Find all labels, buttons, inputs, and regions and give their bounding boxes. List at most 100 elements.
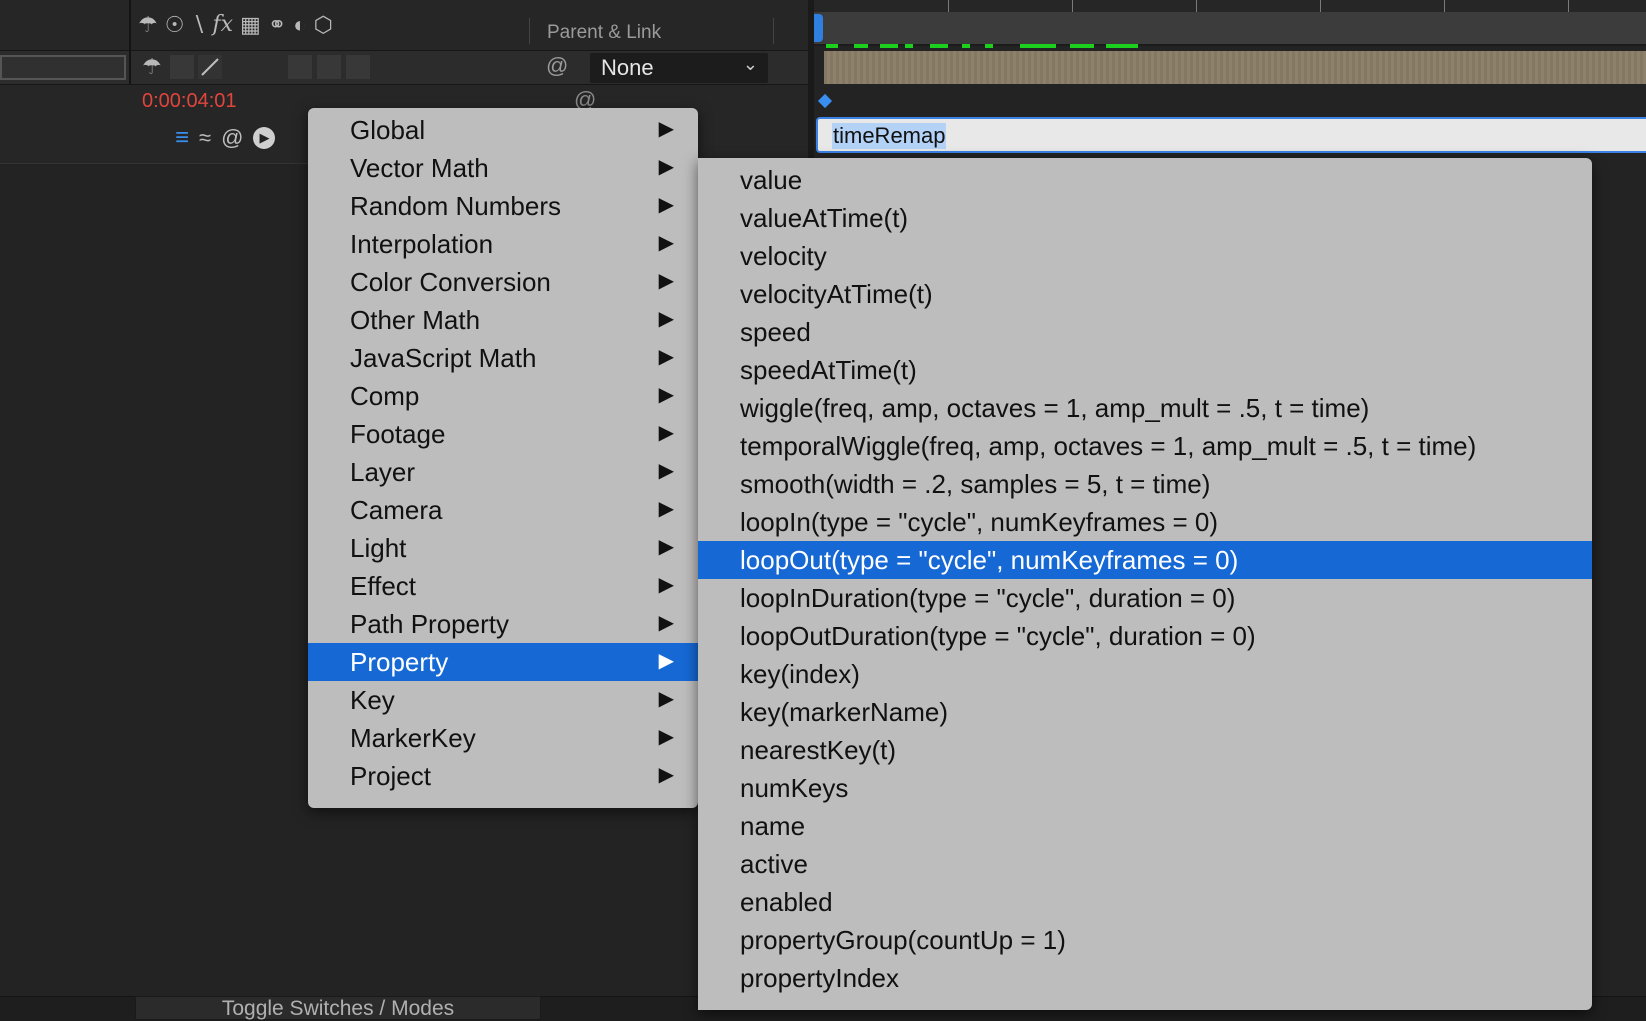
pickwhip-icon[interactable]: @ [546, 55, 568, 77]
3d-switch[interactable] [346, 55, 370, 79]
shy-switch-icon[interactable]: ☂ [142, 56, 162, 78]
submenu-arrow-icon: ▶ [658, 498, 674, 520]
toggle-switches-modes-button[interactable]: Toggle Switches / Modes [135, 996, 541, 1020]
playhead-handle[interactable] [814, 14, 823, 42]
layer-duration-bar[interactable] [824, 51, 1646, 84]
submenu-item[interactable]: value [698, 161, 1592, 199]
quality-icon[interactable]: ∖ [191, 14, 205, 36]
submenu-arrow-icon: ▶ [658, 726, 674, 748]
submenu-item[interactable]: enabled [698, 883, 1592, 921]
menu-item-interpolation[interactable]: Interpolation ▶ [308, 225, 698, 263]
menu-item-global[interactable]: Global ▶ [308, 111, 698, 149]
menu-item-random-numbers[interactable]: Random Numbers ▶ [308, 187, 698, 225]
menu-item-color-conversion[interactable]: Color Conversion ▶ [308, 263, 698, 301]
submenu-arrow-icon: ▶ [658, 422, 674, 444]
quality-switch[interactable] [198, 55, 222, 79]
expression-controls: ≡ ≈ @ ▶ [175, 124, 276, 152]
submenu-item[interactable]: key(index) [698, 655, 1592, 693]
expression-menu-icon[interactable]: ▶ [253, 127, 276, 149]
collapse-transform-icon[interactable]: ☉ [165, 14, 185, 36]
cache-segment [826, 44, 838, 48]
cache-segment [1020, 44, 1056, 48]
submenu-arrow-icon: ▶ [658, 384, 674, 406]
menu-item-path-property[interactable]: Path Property ▶ [308, 605, 698, 643]
expression-field[interactable]: timeRemap [816, 117, 1646, 153]
submenu-item[interactable]: loopInDuration(type = "cycle", duration … [698, 579, 1592, 617]
parent-dropdown[interactable]: None ⌄ [590, 53, 768, 83]
time-ruler[interactable] [814, 0, 1646, 12]
menu-item-comp[interactable]: Comp ▶ [308, 377, 698, 415]
menu-item-other-math[interactable]: Other Math ▶ [308, 301, 698, 339]
menu-item-markerkey[interactable]: MarkerKey ▶ [308, 719, 698, 757]
submenu-item[interactable]: velocityAtTime(t) [698, 275, 1592, 313]
submenu-item[interactable]: wiggle(freq, amp, octaves = 1, amp_mult … [698, 389, 1592, 427]
menu-item-key[interactable]: Key ▶ [308, 681, 698, 719]
motion-blur-icon[interactable]: ⚭ [268, 14, 286, 36]
menu-item-light[interactable]: Light ▶ [308, 529, 698, 567]
menu-item-label: Other Math [350, 305, 481, 335]
submenu-item[interactable]: loopIn(type = "cycle", numKeyframes = 0) [698, 503, 1592, 541]
cache-segment [905, 44, 913, 48]
submenu-item[interactable]: speedAtTime(t) [698, 351, 1592, 389]
menu-item-footage[interactable]: Footage ▶ [308, 415, 698, 453]
submenu-item-label: name [740, 811, 806, 841]
fx-icon[interactable]: fx [212, 14, 233, 36]
submenu-arrow-icon: ▶ [658, 232, 674, 254]
chevron-down-icon: ⌄ [742, 54, 758, 74]
submenu-item-label: active [740, 849, 808, 879]
adjustment-switch[interactable] [317, 55, 341, 79]
submenu-item[interactable]: loopOut(type = "cycle", numKeyframes = 0… [698, 541, 1592, 579]
frame-blend-icon[interactable]: ▦ [240, 14, 261, 36]
current-time[interactable]: 0:00:04:01 [142, 90, 237, 113]
menu-item-camera[interactable]: Camera ▶ [308, 491, 698, 529]
menu-item-project[interactable]: Project ▶ [308, 757, 698, 795]
column-divider [129, 51, 131, 84]
submenu-item[interactable]: velocity [698, 237, 1592, 275]
graph-icon[interactable]: ≈ [199, 125, 211, 151]
submenu-item[interactable]: propertyIndex [698, 959, 1592, 997]
menu-item-property[interactable]: Property ▶ [308, 643, 698, 681]
submenu-item-label: valueAtTime(t) [740, 203, 909, 233]
submenu-item[interactable]: key(markerName) [698, 693, 1592, 731]
cache-segment [1070, 44, 1094, 48]
submenu-item-label: propertyGroup(countUp = 1) [740, 925, 1066, 955]
menu-item-effect[interactable]: Effect ▶ [308, 567, 698, 605]
layer-name-box[interactable] [0, 55, 126, 80]
submenu-item[interactable]: active [698, 845, 1592, 883]
3d-layer-icon[interactable]: ⬡ [314, 14, 333, 36]
quality-line-icon [201, 58, 219, 76]
submenu-item-label: loopOut(type = "cycle", numKeyframes = 0… [740, 545, 1239, 575]
keyframe-diamond[interactable] [817, 93, 833, 109]
cache-segment [854, 44, 868, 48]
menu-item-label: Project [350, 761, 431, 791]
equals-icon[interactable]: ≡ [175, 124, 189, 152]
parent-link-header: Parent & Link [547, 22, 662, 43]
cache-segment [930, 44, 948, 48]
column-divider [129, 0, 131, 50]
submenu-item[interactable]: propertyGroup(countUp = 1) [698, 921, 1592, 959]
submenu-item-label: temporalWiggle(freq, amp, octaves = 1, a… [740, 431, 1477, 461]
submenu-item[interactable]: numKeys [698, 769, 1592, 807]
collapse-switch[interactable] [170, 55, 194, 79]
ruler-tick [1072, 0, 1073, 12]
submenu-item[interactable]: loopOutDuration(type = "cycle", duration… [698, 617, 1592, 655]
submenu-item[interactable]: smooth(width = .2, samples = 5, t = time… [698, 465, 1592, 503]
menu-item-vector-math[interactable]: Vector Math ▶ [308, 149, 698, 187]
ruler-tick [1320, 0, 1321, 12]
submenu-item[interactable]: nearestKey(t) [698, 731, 1592, 769]
submenu-arrow-icon: ▶ [658, 612, 674, 634]
submenu-item-label: value [740, 165, 803, 195]
menu-item-layer[interactable]: Layer ▶ [308, 453, 698, 491]
cache-segment [880, 44, 898, 48]
submenu-item[interactable]: temporalWiggle(freq, amp, octaves = 1, a… [698, 427, 1592, 465]
menu-item-javascript-math[interactable]: JavaScript Math ▶ [308, 339, 698, 377]
submenu-item[interactable]: valueAtTime(t) [698, 199, 1592, 237]
submenu-item-label: velocityAtTime(t) [740, 279, 933, 309]
adjustment-layer-icon[interactable]: ◐ [293, 14, 306, 36]
submenu-item[interactable]: speed [698, 313, 1592, 351]
submenu-item[interactable]: name [698, 807, 1592, 845]
pickwhip-icon[interactable]: @ [221, 125, 243, 151]
submenu-arrow-icon: ▶ [658, 764, 674, 786]
motion-blur-switch[interactable] [288, 55, 312, 79]
shy-icon[interactable]: ☂ [138, 14, 158, 36]
